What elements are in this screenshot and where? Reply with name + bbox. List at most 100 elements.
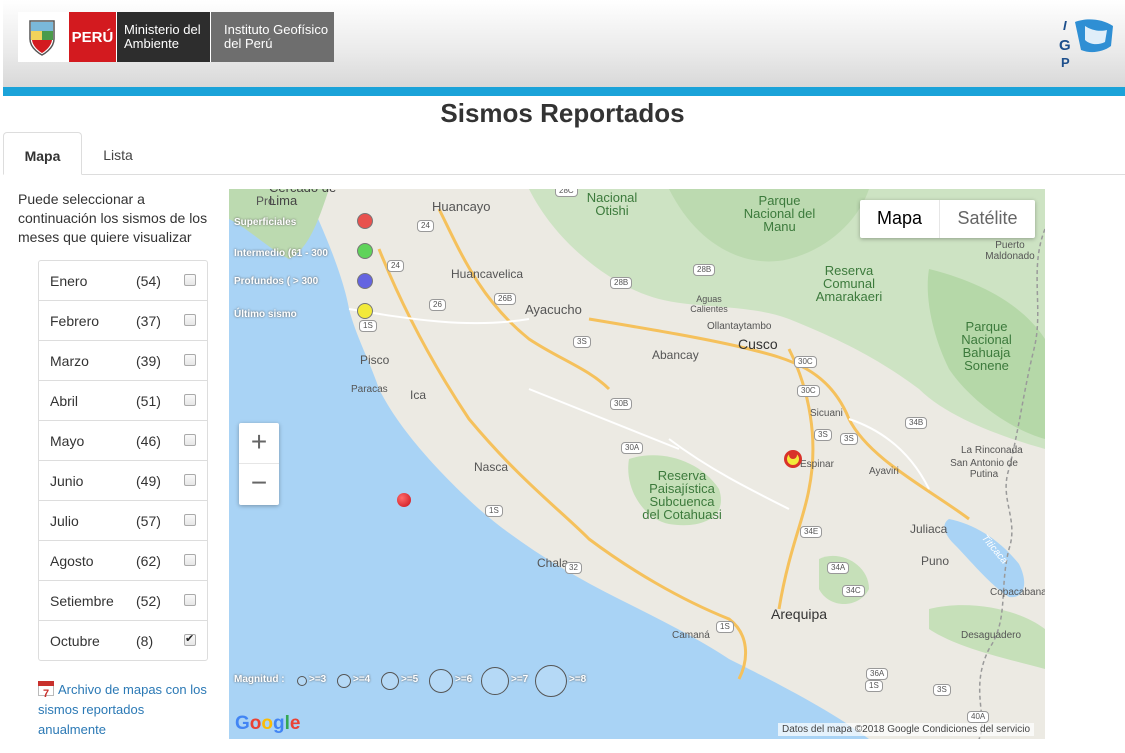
road-shield: 1S (485, 505, 503, 517)
google-logo[interactable]: Google (235, 713, 300, 735)
place-puerto-maldonado: Puerto Maldonado (985, 240, 1035, 262)
svg-text:G: G (1059, 37, 1071, 54)
place-desaguadero: Desaguadero (961, 630, 1022, 641)
zoom-control: + − (239, 423, 279, 505)
legend-dot-intermedio (357, 243, 373, 259)
header-accent-bar (3, 87, 1125, 96)
month-count: (62) (136, 553, 161, 569)
month-checkbox[interactable] (184, 594, 196, 606)
month-name: Junio (50, 473, 84, 489)
legend-intermedio: Intermedio (61 - 300 (234, 248, 328, 259)
month-checkbox[interactable] (184, 274, 196, 286)
month-row-setiembre[interactable]: Setiembre (52) (39, 581, 207, 621)
month-checkbox[interactable] (184, 632, 196, 646)
tab-lista[interactable]: Lista (83, 132, 153, 175)
legend-superficial: Superficiales (234, 217, 297, 228)
month-count: (51) (136, 393, 161, 409)
place-pisco: Pisco (360, 353, 390, 367)
month-row-julio[interactable]: Julio (57) (39, 501, 207, 541)
month-name: Enero (50, 273, 88, 289)
road-shield: 3S (933, 684, 951, 696)
place-sicuani: Sicuani (810, 408, 843, 419)
magnitude-label: >=5 (401, 674, 419, 685)
place-cusco: Cusco (738, 336, 778, 352)
peru-label: PERÚ (66, 12, 116, 62)
month-row-agosto[interactable]: Agosto (62) (39, 541, 207, 581)
map-attribution[interactable]: Datos del mapa ©2018 Google Condiciones … (778, 723, 1035, 736)
road-shield: 36A (866, 668, 889, 680)
month-checkbox[interactable] (184, 474, 196, 486)
road-shield: 28B (610, 277, 633, 289)
legend-ultimo-sismo: Último sismo (234, 309, 297, 320)
magnitude-label: >=6 (455, 674, 473, 685)
magnitude-label: >=4 (353, 674, 371, 685)
month-count: (37) (136, 313, 161, 329)
place-la-rinconada: La Rinconada (961, 445, 1023, 456)
month-row-febrero[interactable]: Febrero (37) (39, 301, 207, 341)
month-row-marzo[interactable]: Marzo (39) (39, 341, 207, 381)
place-huancavelica: Huancavelica (451, 267, 524, 281)
month-checkbox[interactable] (184, 434, 196, 446)
month-row-enero[interactable]: Enero (54) (39, 261, 207, 301)
month-count: (49) (136, 473, 161, 489)
place-camana: Camaná (672, 630, 710, 641)
month-checkbox[interactable] (184, 314, 196, 326)
month-name: Mayo (50, 433, 85, 449)
month-row-junio[interactable]: Junio (49) (39, 461, 207, 501)
magnitude-label: >=7 (511, 674, 529, 685)
road-shield: 3S (573, 336, 591, 348)
month-row-mayo[interactable]: Mayo (46) (39, 421, 207, 461)
map-type-map-button[interactable]: Mapa (860, 200, 940, 238)
peru-coat-of-arms-icon (18, 12, 66, 62)
institute-label: Instituto Geofísico del Perú (210, 12, 334, 62)
place-ica: Ica (410, 388, 427, 402)
earthquake-marker[interactable] (789, 451, 797, 459)
archive-link[interactable]: 7 Archivo de mapas con los sismos reporta… (38, 680, 208, 740)
place-juliaca: Juliaca (910, 522, 948, 536)
road-shield: 26 (429, 299, 446, 311)
archive-link-label[interactable]: Archivo de mapas con los sismos reportad… (38, 682, 207, 737)
zoom-out-button[interactable]: − (239, 464, 279, 505)
legend-magnitud: Magnitud : (234, 674, 285, 685)
road-shield: 34B (905, 417, 928, 429)
road-shield: 1S (359, 320, 377, 332)
month-name: Febrero (50, 313, 100, 329)
road-shield: 1S (865, 680, 883, 692)
magnitude-label: >=3 (309, 674, 327, 685)
road-shield: 32 (565, 562, 582, 574)
svg-text:I: I (1063, 18, 1067, 33)
place-san-antonio-de-putina: San Antonio de Putina (950, 458, 1018, 480)
month-name: Setiembre (50, 593, 114, 609)
month-name: Agosto (50, 553, 94, 569)
road-shield: 24 (387, 260, 404, 272)
place-ollantaytambo: Ollantaytambo (707, 321, 772, 332)
place-paracas: Paracas (351, 384, 388, 395)
road-shield: 3S (840, 433, 858, 445)
road-shield: 30A (621, 442, 644, 454)
month-checkbox[interactable] (184, 514, 196, 526)
park-cotahuasi: Reserva Paisajística Subcuenca del Cotah… (642, 468, 722, 522)
month-checkbox[interactable] (184, 394, 196, 406)
month-row-octubre[interactable]: Octubre (8) (39, 621, 207, 661)
place-huancayo: Huancayo (432, 199, 491, 214)
month-row-abril[interactable]: Abril (51) (39, 381, 207, 421)
place-ayaviri: Ayaviri (869, 466, 899, 477)
government-logo[interactable]: PERÚ Ministerio del Ambiente Instituto G… (18, 12, 334, 62)
ministry-label: Ministerio del Ambiente (116, 12, 210, 62)
park-bahuaja: Parque Nacional Bahuaja Sonene (961, 319, 1012, 373)
road-shield: 34C (842, 585, 865, 597)
map-type-satellite-button[interactable]: Satélite (940, 200, 1035, 238)
tab-mapa[interactable]: Mapa (3, 132, 82, 175)
earthquake-marker[interactable] (397, 493, 411, 507)
earthquake-map[interactable]: Cercado de Lima Pro Huancayo Huancavelic… (229, 189, 1045, 739)
calendar-icon: 7 (38, 681, 54, 700)
magnitude-circle (535, 665, 567, 697)
month-name: Octubre (50, 633, 100, 649)
month-name: Julio (50, 513, 79, 529)
month-name: Marzo (50, 353, 89, 369)
zoom-in-button[interactable]: + (239, 423, 279, 464)
month-checkbox[interactable] (184, 354, 196, 366)
month-checkbox[interactable] (184, 554, 196, 566)
igp-logo[interactable]: I G P (1055, 16, 1117, 70)
road-shield: 40A (967, 711, 990, 723)
